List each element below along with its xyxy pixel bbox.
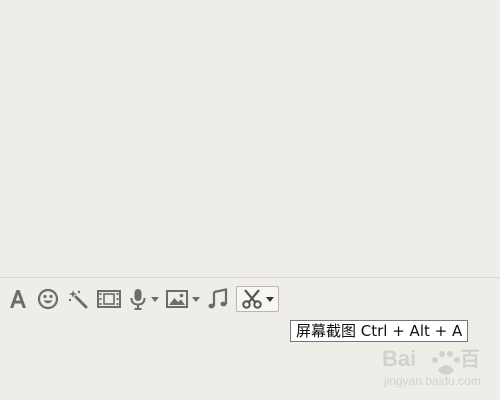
- voice-button[interactable]: [128, 286, 159, 312]
- screenshot-button[interactable]: [236, 286, 279, 312]
- chat-window: 屏幕截图 Ctrl + Alt + A Bai 百 jingyan.baidu.…: [0, 0, 500, 400]
- scissors-icon: [242, 289, 262, 309]
- svg-text:Bai: Bai: [382, 346, 416, 371]
- font-icon: [10, 290, 26, 308]
- music-button[interactable]: [206, 286, 230, 312]
- image-icon: [166, 290, 188, 308]
- microphone-icon: [130, 289, 146, 310]
- video-button[interactable]: [96, 286, 122, 312]
- font-button[interactable]: [6, 286, 30, 312]
- magic-wand-icon: [68, 290, 88, 309]
- message-history-area[interactable]: [0, 0, 500, 277]
- magic-effect-button[interactable]: [66, 286, 90, 312]
- image-button[interactable]: [165, 286, 200, 312]
- emoji-button[interactable]: [36, 286, 60, 312]
- chevron-down-icon[interactable]: [151, 296, 159, 302]
- screenshot-tooltip: 屏幕截图 Ctrl + Alt + A: [290, 320, 469, 342]
- baidu-watermark-logo: Bai 百 jingyan.baidu.com: [382, 346, 481, 388]
- svg-text:jingyan.baidu.com: jingyan.baidu.com: [383, 374, 481, 388]
- input-toolbar: [6, 285, 285, 313]
- svg-text:百: 百: [460, 349, 480, 371]
- chevron-down-icon[interactable]: [266, 296, 274, 302]
- toolbar-divider: [0, 277, 500, 278]
- music-icon: [208, 288, 228, 309]
- film-icon: [97, 290, 121, 308]
- chevron-down-icon[interactable]: [192, 296, 200, 302]
- emoji-icon: [37, 288, 59, 310]
